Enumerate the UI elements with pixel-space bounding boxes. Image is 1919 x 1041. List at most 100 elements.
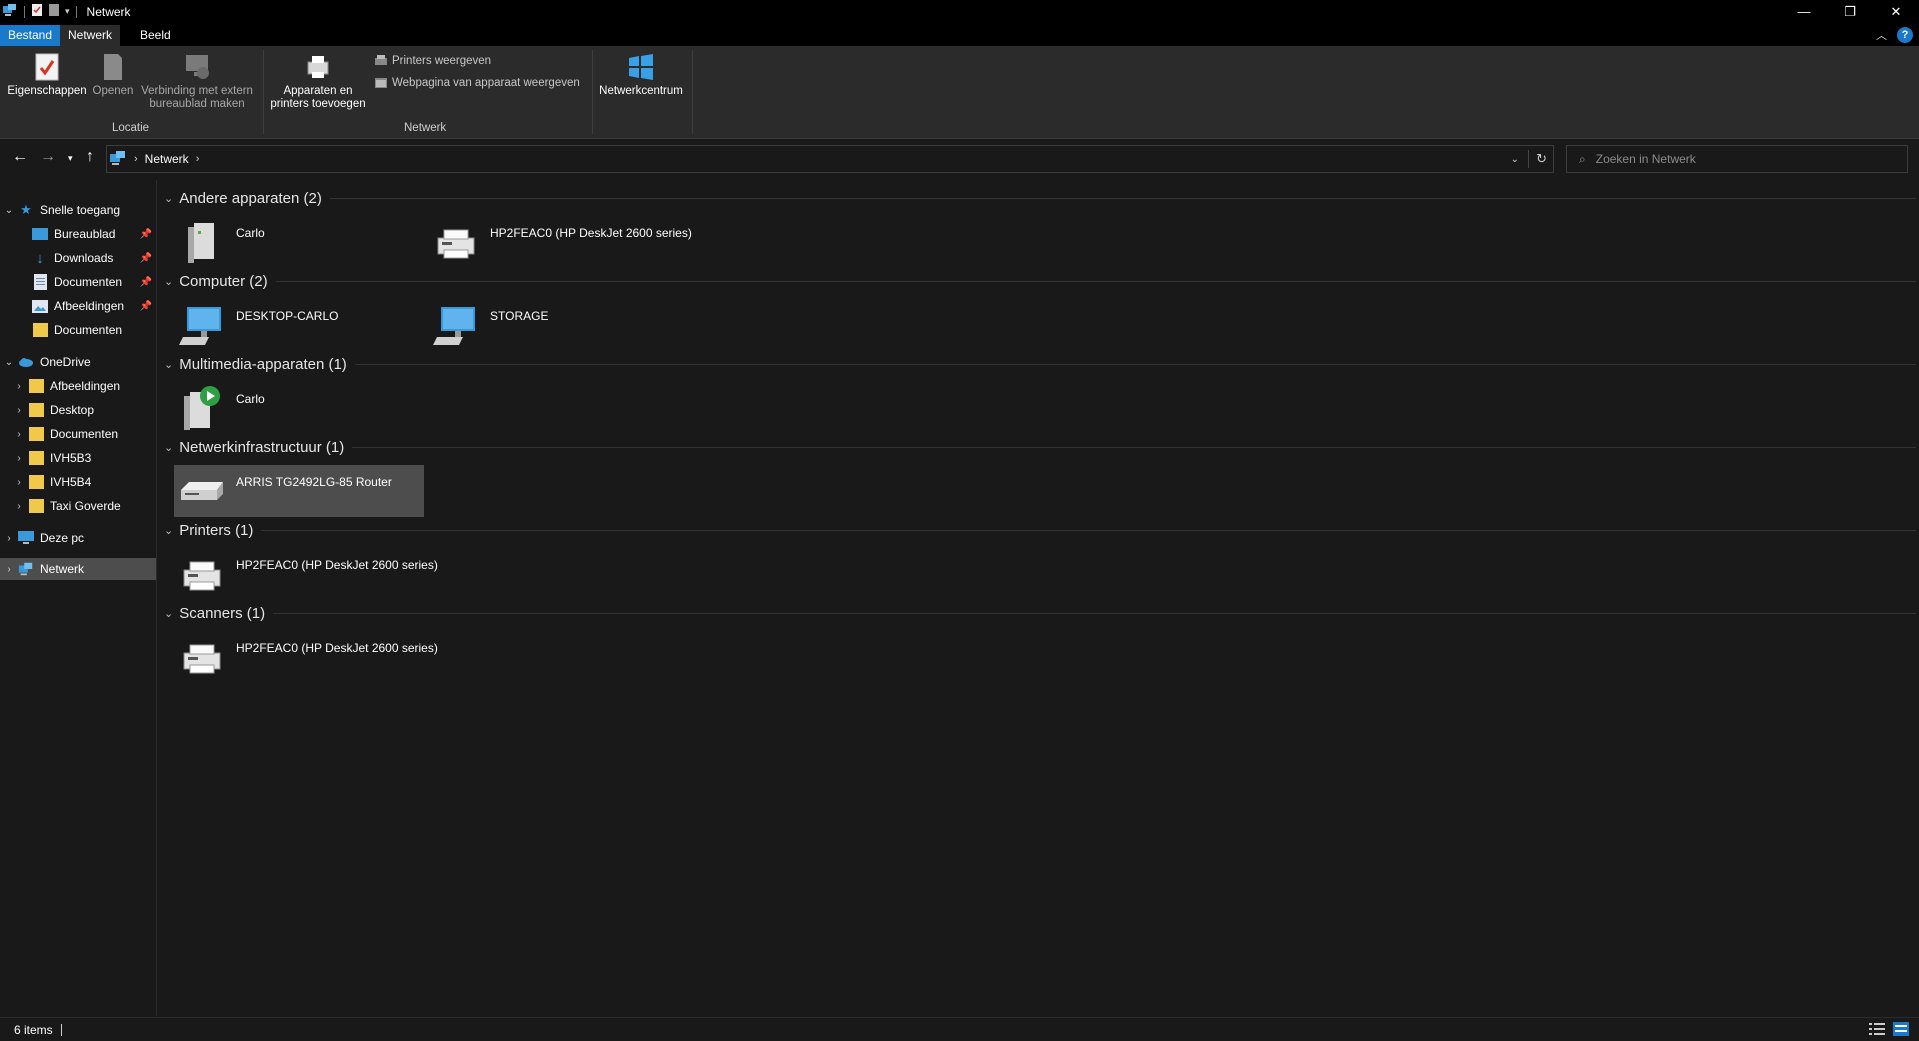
group-header-computer[interactable]: ⌄ Computer (2) bbox=[164, 273, 1916, 290]
sidebar-item-this-pc[interactable]: › Deze pc bbox=[0, 527, 156, 549]
quick-access-dropdown-icon[interactable]: ▾ bbox=[65, 6, 70, 17]
address-history-chevron-icon[interactable]: ⌄ bbox=[1511, 154, 1519, 165]
search-box[interactable]: ⌕ bbox=[1566, 145, 1908, 173]
properties-quick-icon[interactable] bbox=[31, 3, 43, 20]
pin-icon[interactable]: 📌 bbox=[140, 253, 152, 264]
forward-arrow-icon[interactable]: → bbox=[40, 148, 56, 166]
sidebar-item-taxi-goverde[interactable]: › Taxi Goverde bbox=[0, 495, 156, 517]
group-title: Andere apparaten (2) bbox=[179, 190, 322, 207]
folder-icon bbox=[28, 498, 44, 514]
group-header-network-infrastructure[interactable]: ⌄ Netwerkinfrastructuur (1) bbox=[164, 439, 1916, 456]
ribbon-tabs: Bestand Netwerk Beeld bbox=[0, 23, 1919, 46]
open-button[interactable]: Openen bbox=[90, 52, 136, 98]
tab-beeld[interactable]: Beeld bbox=[132, 25, 179, 46]
sidebar-item-onedrive-pictures[interactable]: › Afbeeldingen bbox=[0, 375, 156, 397]
add-devices-button[interactable]: Apparaten en printers toevoegen bbox=[266, 52, 370, 111]
address-row: ← → ▾ ↑ › Netwerk › ⌄ ↻ ⌕ bbox=[0, 140, 1919, 177]
pin-icon[interactable]: 📌 bbox=[140, 277, 152, 288]
pin-icon[interactable]: 📌 bbox=[140, 301, 152, 312]
network-location-icon bbox=[109, 150, 127, 169]
expanded-chevron-icon[interactable]: ⌄ bbox=[4, 357, 14, 368]
tiles-view-icon[interactable] bbox=[1893, 1022, 1909, 1039]
help-icon[interactable]: ? bbox=[1897, 27, 1913, 43]
sidebar-item-label: Desktop bbox=[50, 403, 95, 417]
collapse-group-chevron-icon[interactable]: ⌄ bbox=[164, 358, 173, 371]
computer-item-desktop-carlo[interactable]: DESKTOP-CARLO bbox=[174, 299, 424, 351]
search-input[interactable] bbox=[1593, 151, 1894, 167]
item-label: Carlo bbox=[236, 392, 265, 406]
collapsed-chevron-icon[interactable]: › bbox=[14, 477, 24, 488]
collapsed-chevron-icon[interactable]: › bbox=[14, 381, 24, 392]
tab-netwerk[interactable]: Netwerk bbox=[60, 25, 121, 46]
restore-button[interactable]: ❐ bbox=[1827, 0, 1873, 23]
sidebar-item-downloads[interactable]: ↓ Downloads 📌 bbox=[0, 247, 156, 269]
sidebar-item-network[interactable]: › Netwerk bbox=[0, 558, 156, 580]
add-printer-icon bbox=[307, 56, 329, 78]
collapsed-chevron-icon[interactable]: › bbox=[14, 405, 24, 416]
computer-icon bbox=[18, 530, 34, 546]
expanded-chevron-icon[interactable]: ⌄ bbox=[4, 205, 14, 216]
device-item-carlo[interactable]: Carlo bbox=[174, 216, 424, 268]
collapsed-chevron-icon[interactable]: › bbox=[14, 501, 24, 512]
breadcrumb-separator-icon[interactable]: › bbox=[196, 153, 200, 165]
group-header-scanners[interactable]: ⌄ Scanners (1) bbox=[164, 605, 1916, 622]
close-button[interactable]: ✕ bbox=[1873, 0, 1919, 23]
collapse-group-chevron-icon[interactable]: ⌄ bbox=[164, 524, 173, 537]
group-header-other-devices[interactable]: ⌄ Andere apparaten (2) bbox=[164, 190, 1916, 207]
collapse-group-chevron-icon[interactable]: ⌄ bbox=[164, 192, 173, 205]
collapse-ribbon-icon[interactable]: ︿ bbox=[1876, 27, 1887, 43]
collapsed-chevron-icon[interactable]: › bbox=[4, 533, 14, 544]
sidebar-item-ivh5b4[interactable]: › IVH5B4 bbox=[0, 471, 156, 493]
computer-item-storage[interactable]: STORAGE bbox=[428, 299, 678, 351]
media-item-carlo[interactable]: Carlo bbox=[174, 382, 424, 434]
sidebar-item-onedrive[interactable]: ⌄ OneDrive bbox=[0, 351, 156, 373]
address-bar[interactable]: › Netwerk › ⌄ ↻ bbox=[106, 145, 1554, 173]
sidebar-item-label: Snelle toegang bbox=[40, 203, 121, 217]
collapsed-chevron-icon[interactable]: › bbox=[14, 453, 24, 464]
view-printers-button[interactable]: Printers weergeven bbox=[374, 54, 491, 68]
network-center-button[interactable]: Netwerkcentrum bbox=[596, 52, 686, 98]
device-item-hp-deskjet[interactable]: HP2FEAC0 (HP DeskJet 2600 series) bbox=[428, 216, 728, 268]
group-separator bbox=[692, 50, 693, 134]
collapse-group-chevron-icon[interactable]: ⌄ bbox=[164, 607, 173, 620]
sidebar-item-documents-folder[interactable]: Documenten bbox=[0, 319, 156, 341]
recent-locations-chevron-icon[interactable]: ▾ bbox=[68, 153, 73, 164]
tab-bestand[interactable]: Bestand bbox=[0, 25, 61, 46]
group-header-printers[interactable]: ⌄ Printers (1) bbox=[164, 522, 1916, 539]
printer-item-hp-deskjet[interactable]: HP2FEAC0 (HP DeskJet 2600 series) bbox=[174, 548, 474, 600]
collapsed-chevron-icon[interactable]: › bbox=[4, 564, 14, 575]
device-webpage-button[interactable]: Webpagina van apparaat weergeven bbox=[374, 76, 580, 90]
refresh-icon[interactable]: ↻ bbox=[1536, 151, 1547, 167]
breadcrumb-separator-icon[interactable]: › bbox=[134, 153, 138, 165]
group-label-network: Netwerk bbox=[404, 122, 447, 134]
sidebar-item-onedrive-desktop[interactable]: › Desktop bbox=[0, 399, 156, 421]
collapse-group-chevron-icon[interactable]: ⌄ bbox=[164, 441, 173, 454]
pin-icon[interactable]: 📌 bbox=[140, 229, 152, 240]
sidebar-item-label: OneDrive bbox=[40, 355, 91, 369]
group-header-multimedia[interactable]: ⌄ Multimedia-apparaten (1) bbox=[164, 356, 1916, 373]
sidebar-item-quick-access[interactable]: ⌄ ★ Snelle toegang bbox=[0, 199, 156, 221]
sidebar-item-onedrive-documents[interactable]: › Documenten bbox=[0, 423, 156, 445]
status-bar: 6 items bbox=[0, 1017, 1919, 1041]
up-arrow-icon[interactable]: ↑ bbox=[86, 148, 94, 166]
sidebar-item-pictures[interactable]: Afbeeldingen 📌 bbox=[0, 295, 156, 317]
sidebar-item-desktop[interactable]: Bureaublad 📌 bbox=[0, 223, 156, 245]
sidebar-item-label: Taxi Goverde bbox=[50, 499, 121, 513]
router-item-arris[interactable]: ARRIS TG2492LG-85 Router bbox=[174, 465, 424, 517]
remote-desktop-button[interactable]: Verbinding met extern bureaublad maken bbox=[138, 52, 256, 111]
item-label: HP2FEAC0 (HP DeskJet 2600 series) bbox=[236, 641, 438, 655]
details-view-icon[interactable] bbox=[1869, 1022, 1885, 1039]
printers-icon bbox=[375, 55, 387, 65]
sidebar-item-documents[interactable]: Documenten 📌 bbox=[0, 271, 156, 293]
breadcrumb-netwerk[interactable]: Netwerk bbox=[145, 152, 189, 166]
collapse-group-chevron-icon[interactable]: ⌄ bbox=[164, 275, 173, 288]
scanner-item-hp-deskjet[interactable]: HP2FEAC0 (HP DeskJet 2600 series) bbox=[174, 631, 474, 683]
back-arrow-icon[interactable]: ← bbox=[12, 148, 28, 166]
group-title: Printers (1) bbox=[179, 522, 254, 539]
minimize-button[interactable]: — bbox=[1781, 0, 1827, 23]
sidebar-item-ivh5b3[interactable]: › IVH5B3 bbox=[0, 447, 156, 469]
sidebar-item-label: Documenten bbox=[50, 427, 119, 441]
properties-button[interactable]: Eigenschappen bbox=[6, 52, 88, 98]
new-folder-quick-icon[interactable] bbox=[49, 3, 59, 20]
collapsed-chevron-icon[interactable]: › bbox=[14, 429, 24, 440]
